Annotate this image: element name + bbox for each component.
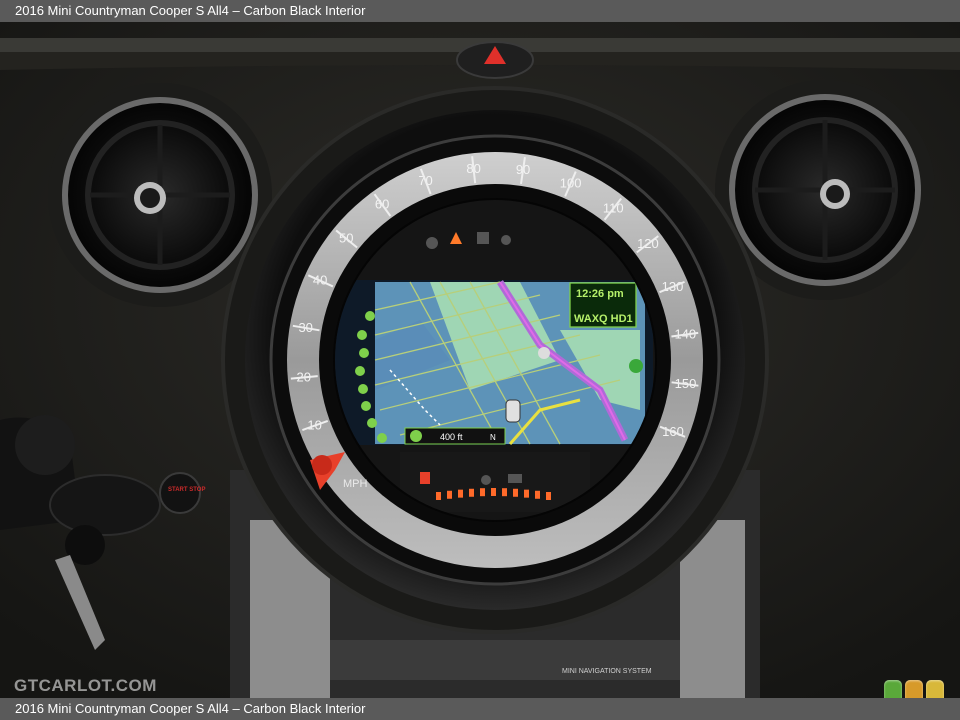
compass-heading: N [490, 433, 496, 442]
navigation-screen[interactable]: 12:26 pm WAXQ HD1 400 ft N [333, 198, 657, 522]
fuel-gauge-segment [469, 488, 474, 497]
turn-distance: 400 ft [440, 432, 463, 442]
fuel-gauge-segment [546, 492, 551, 500]
rating-chip [884, 680, 902, 698]
hazard-button[interactable] [456, 41, 534, 79]
caption-bar-bottom: 2016 Mini Countryman Cooper S All4 – Car… [0, 698, 960, 720]
caption-title-top: 2016 Mini Countryman Cooper S All4 – Car… [15, 3, 366, 18]
fuel-gauge-segment [480, 488, 485, 497]
fuel-gauge-segment [447, 490, 452, 499]
fuel-gauge-segment [513, 488, 518, 497]
start-stop-label: START STOP [168, 487, 205, 493]
fuel-gauge-segment [436, 492, 441, 500]
fuel-gauge-segment [524, 489, 529, 498]
fuel-gauge-segment [502, 488, 507, 497]
caption-bar-top: 2016 Mini Countryman Cooper S All4 – Car… [0, 0, 960, 22]
rating-chip [905, 680, 923, 698]
nav-system-label: MINI NAVIGATION SYSTEM [562, 668, 652, 675]
dashboard-svg: MINI NAVIGATION SYSTEM 2030 140150 MPH 1… [0, 22, 960, 698]
rating-badge [884, 680, 946, 698]
speed-unit-label: MPH [343, 478, 368, 490]
nav-time: 12:26 pm [576, 288, 624, 300]
fuel-gauge-segment [458, 489, 463, 498]
interior-photo: MINI NAVIGATION SYSTEM 20 30 140 150 MPH… [0, 22, 960, 698]
engine-icon [508, 474, 522, 483]
rating-chip [926, 680, 944, 698]
radio-station: WAXQ HD1 [574, 313, 633, 325]
tpms-icon [481, 475, 491, 485]
caption-title-bottom: 2016 Mini Countryman Cooper S All4 – Car… [15, 701, 366, 716]
fuel-icon [420, 472, 430, 484]
fuel-gauge-segment [491, 488, 496, 496]
fuel-gauge-segment [535, 490, 540, 499]
turn-arrow-icon [410, 430, 422, 442]
watermark: GTCARLOT.COM [14, 676, 157, 695]
